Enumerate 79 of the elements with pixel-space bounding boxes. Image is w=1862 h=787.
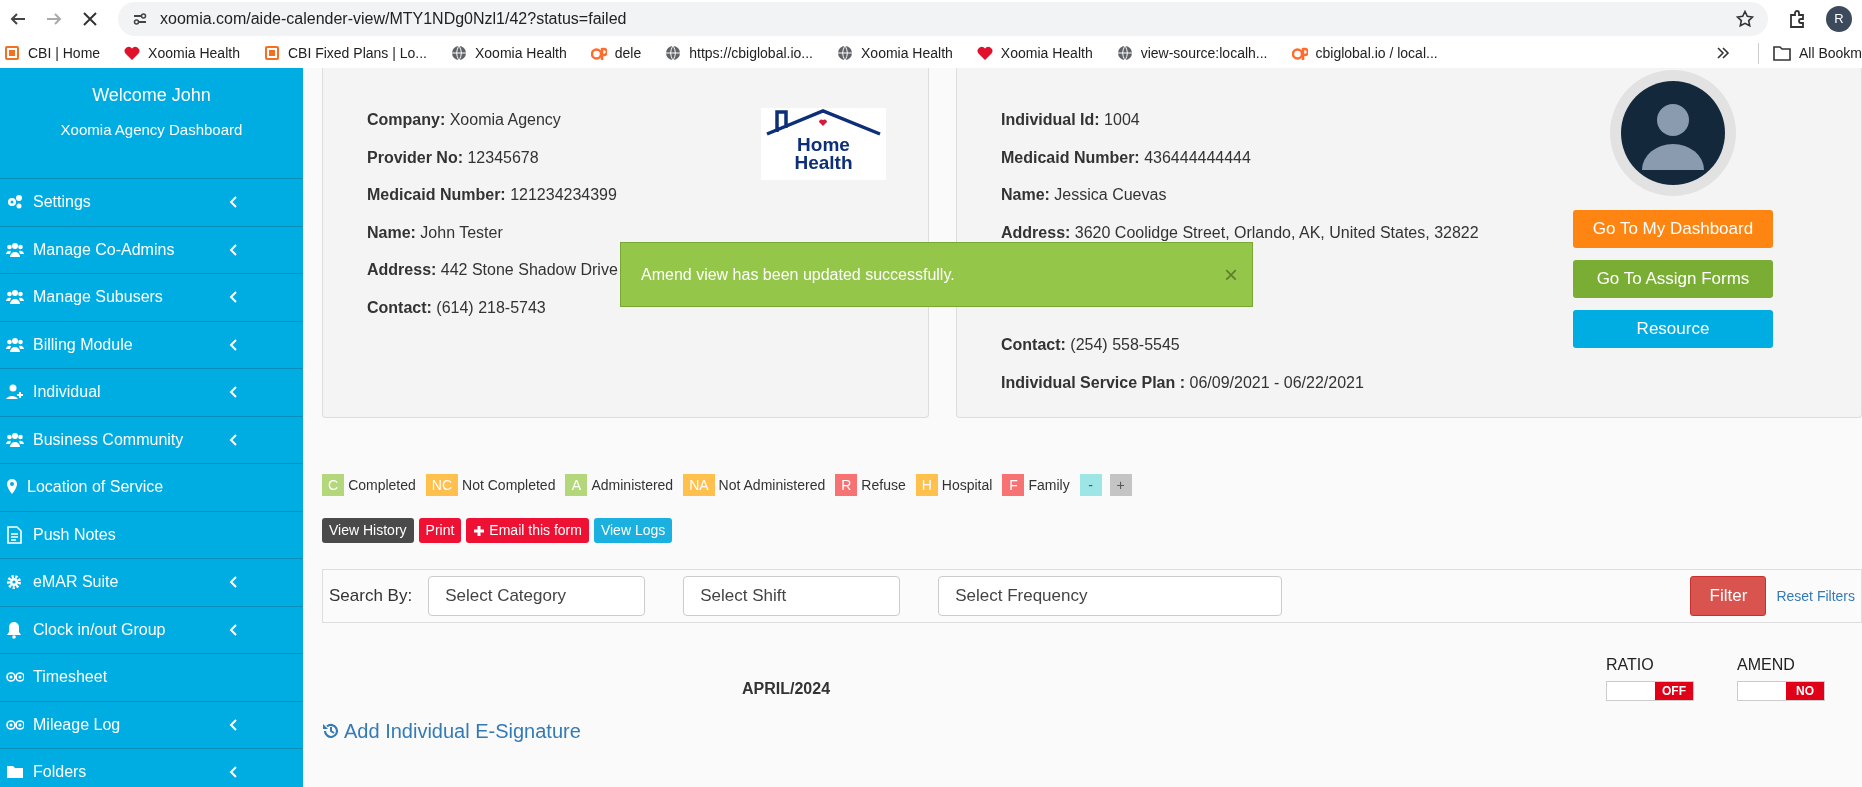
legend-label: Family [1028, 475, 1070, 495]
status-tile: H [915, 474, 938, 496]
filter-button[interactable]: Filter [1690, 576, 1767, 616]
reset-filters-link[interactable]: Reset Filters [1776, 585, 1855, 607]
sidebar-item[interactable]: Manage Subusers [0, 274, 303, 322]
info-field: Medicaid Number: 121234234399 [367, 176, 617, 214]
bookmark[interactable]: Xoomia Health [450, 42, 567, 64]
info-field: Contact: (254) 558-5545 [1001, 326, 1180, 364]
add-signature-link[interactable]: Add Individual E-Signature [322, 716, 581, 746]
sidebar-item[interactable]: Settings [0, 179, 303, 227]
bookmark[interactable]: CBI | Home [4, 42, 101, 64]
info-field: Address: 3620 Coolidge Street, Orlando, AK, United States, 32822 [1001, 213, 1479, 251]
status-tile: F [1002, 474, 1025, 496]
toggle-label: AMEND [1737, 655, 1796, 675]
legend-label: Completed [348, 475, 416, 495]
status-tile: C [322, 474, 345, 496]
status-tile: NC [425, 474, 459, 496]
action-button[interactable]: Go To Assign Forms [1573, 260, 1773, 298]
legend-label: Administered [591, 475, 674, 495]
welcome-text: Welcome John [92, 84, 211, 107]
dashboard-title: Xoomia Agency Dashboard [60, 120, 243, 140]
toggle-switch[interactable]: OFF [1606, 681, 1694, 701]
sidebar-item[interactable]: Billing Module [0, 321, 303, 369]
bookmark[interactable]: Xoomia Health [124, 42, 240, 64]
action-button[interactable]: Go To My Dashboard [1573, 210, 1773, 248]
url-text: xoomia.com/aide-calender-view/MTY1NDg0Nzl1/42?status=failed [160, 9, 628, 29]
sidebar-item[interactable]: Folders [0, 749, 303, 787]
sidebar-item[interactable]: Manage Co-Admins [0, 226, 303, 274]
info-field: Contact: (614) 218-5743 [367, 288, 546, 326]
toggle-switch[interactable]: NO [1737, 681, 1825, 701]
home-health-logo: Home Health [761, 108, 886, 180]
status-tile: A [565, 474, 588, 496]
legend-label: Not Administered [718, 475, 826, 495]
bookmark[interactable]: CBI Fixed Plans | Lo... [263, 42, 427, 64]
month-label: APRIL/2024 [742, 679, 831, 699]
address-bar[interactable]: xoomia.com/aide-calender-view/MTY1NDg0Nzl1/42?status=failed [118, 2, 1768, 36]
toggle-label: RATIO [1606, 655, 1655, 675]
info-field: Company: Xoomia Agency [367, 101, 561, 139]
select-dropdown[interactable]: Select Category [428, 576, 646, 616]
status-tile: R [835, 474, 858, 496]
info-field: Individual Service Plan : 06/09/2021 - 06/22/2021 [1001, 363, 1364, 401]
bookmark[interactable]: view-source:localh... [1116, 42, 1268, 64]
bookmark[interactable]: Xoomia Health [837, 42, 953, 64]
toast-message: Amend view has been updated successfully. [641, 264, 956, 285]
action-button[interactable]: Print [418, 518, 462, 543]
info-field: Provider No: 12345678 [367, 138, 539, 176]
legend-label: Not Completed [462, 475, 556, 495]
select-dropdown[interactable]: Select Shift [683, 576, 901, 616]
sidebar-item[interactable]: Location of Service [0, 464, 303, 512]
info-field: Medicaid Number: 436444444444 [1001, 138, 1251, 176]
sidebar-item[interactable]: Timesheet [0, 654, 303, 702]
info-field: Address: 442 Stone Shadow Drive [367, 251, 618, 289]
status-tile: NA [683, 474, 715, 496]
profile-avatar[interactable]: R [1826, 6, 1852, 32]
sidebar-item[interactable]: Clock in/out Group [0, 606, 303, 654]
sidebar-item[interactable]: Individual [0, 369, 303, 417]
sidebar-item[interactable]: eMAR Suite [0, 559, 303, 607]
select-dropdown[interactable]: Select Frequency [938, 576, 1283, 616]
action-button[interactable]: Email this form [466, 518, 589, 543]
action-button[interactable]: Resource [1573, 310, 1773, 348]
search-label: Search By: [329, 585, 413, 608]
sidebar-item[interactable]: Business Community [0, 416, 303, 464]
action-button[interactable]: View History [322, 518, 414, 543]
legend-label: Refuse [861, 475, 906, 495]
action-button[interactable]: View Logs [593, 518, 673, 543]
bookmark[interactable]: https://cbiglobal.io... [665, 42, 813, 64]
sidebar-item[interactable]: Push Notes [0, 511, 303, 559]
sidebar-item[interactable]: Mileage Log [0, 701, 303, 749]
info-field: Name: John Tester [367, 213, 503, 251]
legend-label: Hospital [941, 475, 993, 495]
bookmark[interactable]: dele [590, 42, 642, 64]
status-tile: + [1109, 474, 1132, 496]
close-button[interactable]: × [1224, 262, 1238, 287]
all-bookmarks[interactable]: All Bookm [1757, 42, 1862, 64]
bookmark[interactable]: cbiglobal.io / local... [1291, 42, 1438, 64]
status-tile: - [1079, 474, 1102, 496]
info-field: Name: Jessica Cuevas [1001, 176, 1167, 214]
info-field: Individual Id: 1004 [1001, 101, 1140, 139]
bookmark[interactable]: Xoomia Health [976, 42, 1093, 64]
